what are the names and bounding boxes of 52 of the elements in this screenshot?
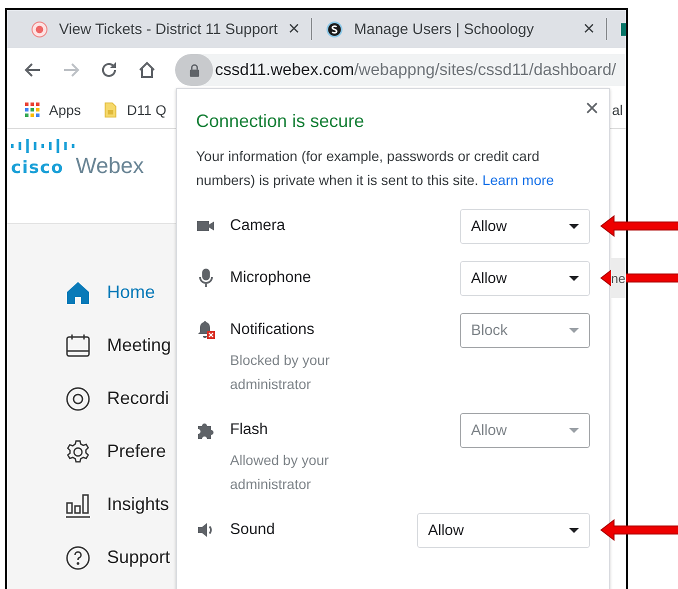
sidebar-item[interactable]: Support bbox=[7, 531, 182, 584]
sidebar-item[interactable]: Prefere bbox=[7, 425, 182, 478]
permission-label: Camera bbox=[230, 217, 286, 235]
permission-label: Notifications bbox=[230, 321, 314, 339]
permission-dropdown[interactable]: Allow bbox=[417, 512, 590, 548]
seal-icon bbox=[31, 20, 48, 38]
caret-icon bbox=[569, 276, 579, 280]
permission-label: Microphone bbox=[230, 269, 311, 287]
apps-grid-icon[interactable] bbox=[25, 102, 40, 118]
close-button[interactable]: × bbox=[584, 95, 599, 123]
caret-icon bbox=[569, 428, 579, 432]
security-description: Your information (for example, passwords or credit card numbers) is private when it is sent to this site. Learn more bbox=[196, 147, 555, 190]
permission-note: Allowed by your administrator bbox=[229, 451, 330, 494]
address-bar[interactable]: cssd11.webex.com/webappng/sites/cssd11/dashboard/ bbox=[175, 54, 626, 86]
bell-icon bbox=[196, 320, 216, 340]
chart-icon bbox=[65, 492, 91, 518]
sidebar-item[interactable]: Recordi bbox=[7, 372, 182, 425]
s-logo-icon bbox=[326, 20, 343, 38]
close-tab-button[interactable]: × bbox=[580, 18, 598, 40]
url-text: cssd11.webex.com/webappng/sites/cssd11/dashboard/ bbox=[215, 60, 616, 80]
learn-more-link[interactable]: Learn more bbox=[482, 172, 554, 188]
caret-icon bbox=[569, 224, 579, 228]
mic-icon bbox=[196, 268, 216, 288]
lock-icon[interactable] bbox=[175, 54, 213, 86]
gear-icon bbox=[65, 438, 91, 464]
sidebar-item[interactable]: Meeting bbox=[7, 319, 182, 372]
webex-logo-text: Webex bbox=[76, 153, 144, 179]
permission-dropdown[interactable]: Allow bbox=[460, 208, 590, 244]
tab-title[interactable]: View Tickets - District 11 Support bbox=[59, 20, 285, 38]
caret-icon bbox=[569, 528, 579, 532]
popup-title: Connection is secure bbox=[196, 111, 366, 132]
caret-icon bbox=[569, 328, 579, 332]
help-icon bbox=[65, 544, 91, 570]
permission-note: Blocked by your administrator bbox=[229, 351, 331, 394]
home-icon[interactable] bbox=[137, 60, 157, 80]
bookmark[interactable]: D11 Q bbox=[126, 102, 166, 118]
bookmark[interactable]: Apps bbox=[49, 102, 81, 118]
sidebar-item[interactable]: Insights bbox=[7, 478, 182, 531]
close-tab-button[interactable]: × bbox=[285, 18, 303, 40]
bookmark[interactable]: al bbox=[612, 102, 623, 118]
permission-dropdown[interactable]: Allow bbox=[460, 260, 590, 296]
cisco-bars-icon bbox=[11, 139, 77, 153]
sidebar-item[interactable]: Home bbox=[7, 266, 182, 319]
page-tab[interactable]: ne bbox=[611, 258, 626, 298]
calendar-icon bbox=[65, 332, 91, 358]
permission-label: Flash bbox=[230, 421, 268, 439]
home-icon bbox=[65, 280, 91, 306]
cisco-logo-text: cisco bbox=[11, 158, 64, 178]
tab-title[interactable]: Manage Users | Schoology bbox=[354, 20, 580, 38]
record-icon bbox=[65, 386, 91, 412]
permission-label: Sound bbox=[230, 521, 275, 539]
reload-icon[interactable] bbox=[99, 60, 119, 80]
